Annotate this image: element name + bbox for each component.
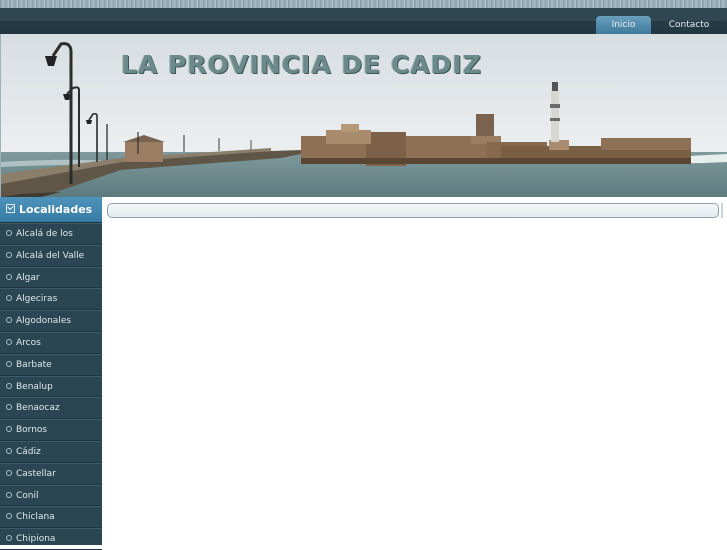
sidebar-item[interactable]: Chipiona: [0, 528, 102, 550]
bullet-icon: [6, 230, 12, 236]
checkbox-icon: [6, 204, 15, 213]
site-title: LA PROVINCIA DE CADIZ: [121, 50, 482, 79]
sidebar-item-label: Conil: [16, 490, 39, 501]
sidebar-item-label: Alcalá de los: [16, 229, 73, 239]
sidebar-item-label: Algar: [16, 272, 40, 283]
sidebar-item-label: Barbate: [16, 359, 52, 370]
sidebar-item[interactable]: Cádiz: [0, 440, 102, 463]
sidebar-item[interactable]: Benaocaz: [0, 397, 102, 420]
bullet-icon: [6, 469, 12, 476]
sidebar-item[interactable]: Castellar: [0, 462, 102, 485]
sidebar-item-label: Algeciras: [16, 294, 58, 305]
sidebar-item[interactable]: Algeciras: [0, 288, 102, 311]
sidebar-item[interactable]: Conil: [0, 484, 102, 507]
bullet-icon: [6, 382, 12, 389]
sidebar-item-label: Chipiona: [16, 534, 56, 545]
sidebar-item-label: Alcalá del Valle: [16, 250, 85, 261]
bullet-icon: [6, 317, 12, 324]
sidebar-item-label: Benaocaz: [16, 403, 60, 414]
sidebar-item[interactable]: Benalup: [0, 375, 102, 398]
top-decorative-strip: [0, 0, 727, 8]
bullet-icon: [6, 491, 12, 498]
sidebar-item[interactable]: Arcos: [0, 331, 102, 354]
sidebar-item-label: Cádiz: [16, 446, 41, 457]
bullet-icon: [6, 273, 12, 280]
bullet-icon: [6, 338, 12, 345]
sidebar-item[interactable]: Barbate: [0, 353, 102, 376]
nav-item-inicio[interactable]: Inicio: [596, 16, 651, 34]
bullet-icon: [6, 447, 12, 454]
sidebar-item-label: Bornos: [16, 425, 48, 436]
sidebar-item-label: Castellar: [16, 468, 56, 479]
bullet-icon: [6, 513, 12, 520]
sidebar-item[interactable]: Alcalá del Valle: [0, 244, 102, 267]
sidebar-item-label: Algodonales: [16, 316, 72, 327]
nav-item-contacto[interactable]: Contacto: [658, 16, 720, 34]
sidebar-item-label: Arcos: [16, 337, 41, 348]
sidebar-item-label: Benalup: [16, 381, 53, 392]
bullet-icon: [6, 404, 12, 411]
sidebar-item-label: Chiclana: [16, 512, 55, 523]
bullet-icon: [6, 295, 12, 302]
sidebar-item[interactable]: Algodonales: [0, 310, 102, 332]
sidebar-item[interactable]: Alcalá de los: [0, 223, 102, 245]
sidebar-header: Localidades: [0, 197, 102, 223]
bullet-icon: [6, 426, 12, 433]
sidebar-item[interactable]: Algar: [0, 266, 102, 289]
bullet-icon: [6, 360, 12, 367]
sidebar: Localidades Alcalá de los Alcalá del Val…: [0, 197, 102, 550]
sidebar-item[interactable]: Chiclana: [0, 506, 102, 529]
sidebar-item[interactable]: Bornos: [0, 419, 102, 441]
bullet-icon: [6, 535, 12, 542]
sidebar-header-label: Localidades: [19, 203, 93, 216]
content-header-bar: [107, 203, 719, 218]
localidades-list: Alcalá de los Alcalá del Valle Algar Alg…: [0, 223, 102, 550]
header-banner: LA PROVINCIA DE CADIZ: [0, 34, 727, 197]
content-bar-edge: [721, 203, 723, 218]
bullet-icon: [6, 251, 12, 258]
top-navigation: Inicio Contacto: [0, 8, 727, 34]
